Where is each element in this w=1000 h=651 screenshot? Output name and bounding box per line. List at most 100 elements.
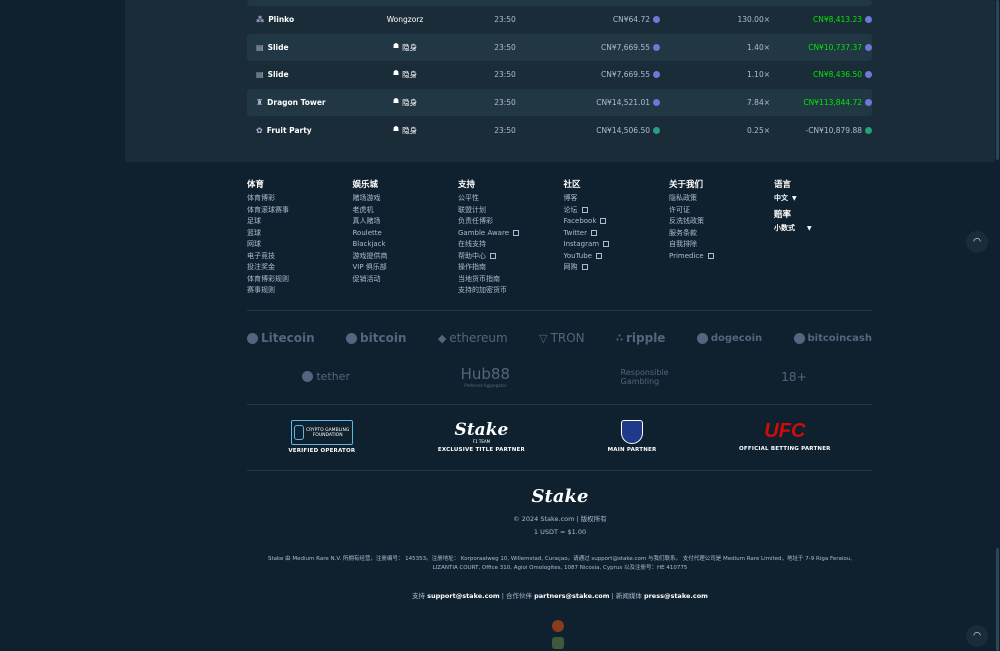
scroll-thumb[interactable]	[996, 548, 999, 651]
footer-link[interactable]: 赛事规则	[247, 285, 353, 297]
footer-link[interactable]: 网购	[564, 262, 670, 274]
partners-email-link[interactable]: partners@stake.com	[534, 592, 609, 600]
footer-link[interactable]: 论坛	[564, 205, 670, 217]
bet-user[interactable]: Wongzorz	[355, 15, 455, 24]
bet-payout: CN¥8,436.50	[770, 70, 872, 79]
bet-payout: -CN¥10,879.88	[770, 126, 872, 135]
footer-link[interactable]: 联盟计划	[458, 205, 564, 217]
footer-link[interactable]: 老虎机	[353, 205, 459, 217]
copyright: © 2024 Stake.com | 版权所有	[513, 515, 607, 523]
scrollbar[interactable]	[995, 0, 1000, 651]
external-link-icon	[581, 264, 588, 270]
footer-link[interactable]: 支持的加密货币	[458, 285, 564, 297]
currency-icon	[865, 43, 872, 51]
ufc-partner[interactable]: UFC OFFICIAL BETTING PARTNER	[739, 420, 831, 452]
divider	[247, 470, 872, 471]
footer-link[interactable]: 当地货币指南	[458, 274, 564, 286]
bet-amount: CN¥14,521.01	[555, 98, 660, 107]
hidden-user-icon: ☗	[392, 41, 400, 50]
headset-support-icon[interactable]: ◠	[966, 625, 988, 647]
odds-select[interactable]: 小数式 ▼	[774, 223, 880, 233]
external-link-icon	[581, 206, 588, 213]
partner-caption: VERIFIED OPERATOR	[288, 448, 356, 454]
bet-game[interactable]: ▤ Slide	[247, 43, 355, 52]
bet-row[interactable]: ♜ Dragon Tower ☗ 隐身 23:50 CN¥14,521.01 7.84× CN…	[247, 88, 872, 117]
currency-icon	[653, 43, 660, 51]
bet-user: ☗ 隐身	[392, 41, 418, 52]
currency-icon	[653, 71, 660, 79]
footer-brand: Stake	[125, 486, 995, 507]
bet-time: 23:50	[494, 98, 516, 108]
everton-partner[interactable]: MAIN PARTNER	[608, 420, 657, 453]
footer-link[interactable]: Twitter	[564, 228, 670, 240]
footer-link[interactable]: Primedice	[669, 251, 775, 263]
footer-link[interactable]: 许可证	[669, 205, 775, 217]
footer-link[interactable]: 反洗钱政策	[669, 216, 775, 228]
headset-support-icon[interactable]: ◠	[966, 231, 988, 253]
footer-link[interactable]: 篮球	[247, 228, 353, 240]
rate-info: 1 USDT = $1.00	[533, 528, 587, 536]
bet-row[interactable]: ▤ Slide ☗ 隐身 23:50 CN¥7,669.55 1.40× CN¥10,737.…	[247, 33, 872, 62]
footer-link[interactable]: 体育滚球赛事	[247, 205, 353, 217]
footer-link[interactable]: 电子竞技	[247, 251, 353, 263]
footer-link[interactable]: Roulette	[353, 228, 459, 240]
language-select[interactable]: 中文 ▼	[774, 193, 880, 203]
footer-link[interactable]: 自我排除	[669, 239, 775, 251]
footer-link[interactable]: 体育博彩规则	[247, 274, 353, 286]
bet-multiplier: 1.40×	[747, 42, 770, 52]
footer-link[interactable]: 服务条款	[669, 228, 775, 240]
bet-payout: CN¥113,844.72	[770, 98, 872, 107]
bet-game[interactable]: ▤ Slide	[247, 70, 355, 79]
bet-multiplier: 130.00×	[737, 15, 770, 25]
license-badge-icon[interactable]	[552, 620, 564, 632]
footer-link[interactable]: 操作指南	[458, 262, 564, 274]
footer-link[interactable]: 投注奖金	[247, 262, 353, 274]
footer-link[interactable]: 足球	[247, 216, 353, 228]
stake-f1-partner[interactable]: Stake F1 TEAM EXCLUSIVE TITLE PARTNER	[438, 420, 525, 453]
bet-time: 23:50	[494, 15, 516, 25]
footer-link[interactable]: 公平性	[458, 193, 564, 205]
footer-link[interactable]: 隐私政策	[669, 193, 775, 205]
language-column: 语言 中文 ▼ 赔率 小数式 ▼	[774, 178, 880, 238]
stake-logo[interactable]: Stake	[125, 486, 995, 507]
currency-icon	[653, 126, 660, 134]
game-icon: ✿	[256, 125, 263, 135]
footer-column-title: 娱乐城	[352, 180, 379, 190]
bet-user: ☗ 隐身	[392, 124, 418, 135]
bet-game[interactable]: ⁂ Plinko	[247, 15, 355, 24]
footer-link[interactable]: Blackjack	[353, 239, 459, 251]
press-email-link[interactable]: press@stake.com	[644, 592, 708, 600]
bets-table: ⁂ Plinko Wongzorz 23:50 CN¥64.72 130.00× CN¥8,…	[247, 0, 872, 144]
divider	[247, 404, 872, 405]
footer-link[interactable]: 博客	[564, 193, 670, 205]
bet-row[interactable]: ⁂ Plinko Wongzorz 23:50 CN¥64.72 130.00× CN¥8,…	[247, 6, 872, 34]
footer-link[interactable]: 促销活动	[353, 274, 459, 286]
divider	[247, 310, 872, 311]
legal-line-1: Stake 由 Medium Rare N.V. 所拥有经营，注册编号： 145…	[268, 556, 852, 562]
footer-link[interactable]: Facebook	[564, 216, 670, 228]
footer-link[interactable]: 在线支持	[458, 239, 564, 251]
footer-link[interactable]: VIP 俱乐部	[353, 262, 459, 274]
footer-link[interactable]: Gamble Aware	[458, 228, 564, 240]
footer-link[interactable]: 真人赌场	[353, 216, 459, 228]
support-email-link[interactable]: support@stake.com	[427, 592, 500, 600]
currency-icon	[653, 16, 660, 24]
footer-link[interactable]: Instagram	[564, 239, 670, 251]
chevron-down-icon: ▼	[807, 225, 812, 232]
bet-row[interactable]: ✿ Fruit Party ☗ 隐身 23:50 CN¥14,506.50 0.25× -CN…	[247, 116, 872, 144]
crypto-gambling-foundation-partner[interactable]: CRYPTO GAMBLING FOUNDATION VERIFIED OPER…	[288, 420, 355, 454]
certification-badge-icon[interactable]	[552, 637, 564, 649]
footer-link[interactable]: 游戏提供商	[353, 251, 459, 263]
footer-link[interactable]: YouTube	[564, 251, 670, 263]
footer-link[interactable]: 负责任博彩	[458, 216, 564, 228]
bet-row[interactable]: ▤ Slide ☗ 隐身 23:50 CN¥7,669.55 1.10× CN¥8,436.5…	[247, 61, 872, 89]
footer-link[interactable]: 体育博彩	[247, 193, 353, 205]
footer-link[interactable]: 帮助中心	[458, 251, 564, 263]
footer-link[interactable]: 网球	[247, 239, 353, 251]
bitcoincash-logo: bitcoincash	[793, 332, 872, 344]
footer-column-title: 支持	[458, 180, 476, 190]
scroll-thumb[interactable]	[996, 0, 999, 160]
bet-game[interactable]: ♜ Dragon Tower	[247, 98, 355, 107]
bet-game[interactable]: ✿ Fruit Party	[247, 126, 355, 135]
footer-link[interactable]: 赌场游戏	[353, 193, 459, 205]
